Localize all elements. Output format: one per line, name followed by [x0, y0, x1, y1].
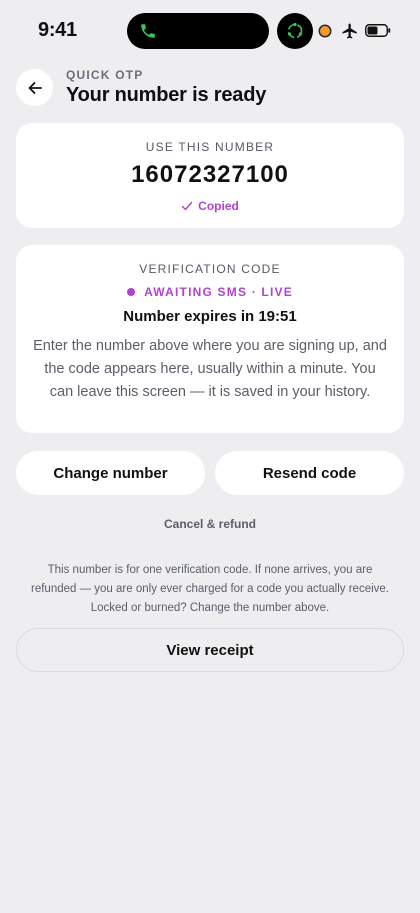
sms-status-label: AWAITING SMS · LIVE: [144, 285, 293, 299]
page-title: Your number is ready: [66, 84, 267, 106]
resend-code-button[interactable]: Resend code: [215, 451, 404, 495]
status-time: 9:41: [38, 19, 77, 41]
airplane-mode-icon: [342, 23, 357, 39]
privacy-indicator-dot: [320, 26, 330, 36]
battery-icon: [365, 24, 391, 37]
back-button[interactable]: [16, 69, 53, 106]
dynamic-island[interactable]: [127, 13, 269, 49]
change-number-button[interactable]: Change number: [16, 451, 205, 495]
checkmark-icon: [181, 201, 193, 211]
sms-status: AWAITING SMS · LIVE: [16, 285, 404, 299]
sync-icon: [287, 22, 303, 39]
number-card-label: USE THIS NUMBER: [145, 140, 275, 154]
phone-number[interactable]: 16072327100: [16, 161, 404, 189]
expiry-countdown: Number expires in 19:51: [123, 308, 297, 325]
verification-code-label: VERIFICATION CODE: [139, 262, 281, 276]
number-card: USE THIS NUMBER 16072327100 Copied: [16, 123, 404, 228]
refund-disclaimer: This number is for one verification code…: [31, 564, 389, 614]
action-buttons: Change number Resend code: [16, 451, 404, 495]
phone-call-icon: [141, 24, 155, 38]
page-header: QUICK OTP Your number is ready: [16, 68, 404, 108]
view-receipt-button[interactable]: View receipt: [16, 628, 404, 672]
cancel-refund-link[interactable]: Cancel & refund: [0, 517, 420, 531]
page-eyebrow: QUICK OTP: [66, 68, 144, 82]
instructions-text: Enter the number above where you are sig…: [33, 338, 387, 400]
activity-indicator: [277, 13, 313, 49]
copied-indicator: Copied: [16, 199, 404, 213]
copied-label: Copied: [198, 199, 239, 213]
status-bar: 9:41: [0, 0, 420, 60]
verification-code-card: VERIFICATION CODE AWAITING SMS · LIVE Nu…: [16, 245, 404, 433]
arrow-left-icon: [28, 81, 42, 94]
live-dot-icon: [127, 288, 136, 296]
